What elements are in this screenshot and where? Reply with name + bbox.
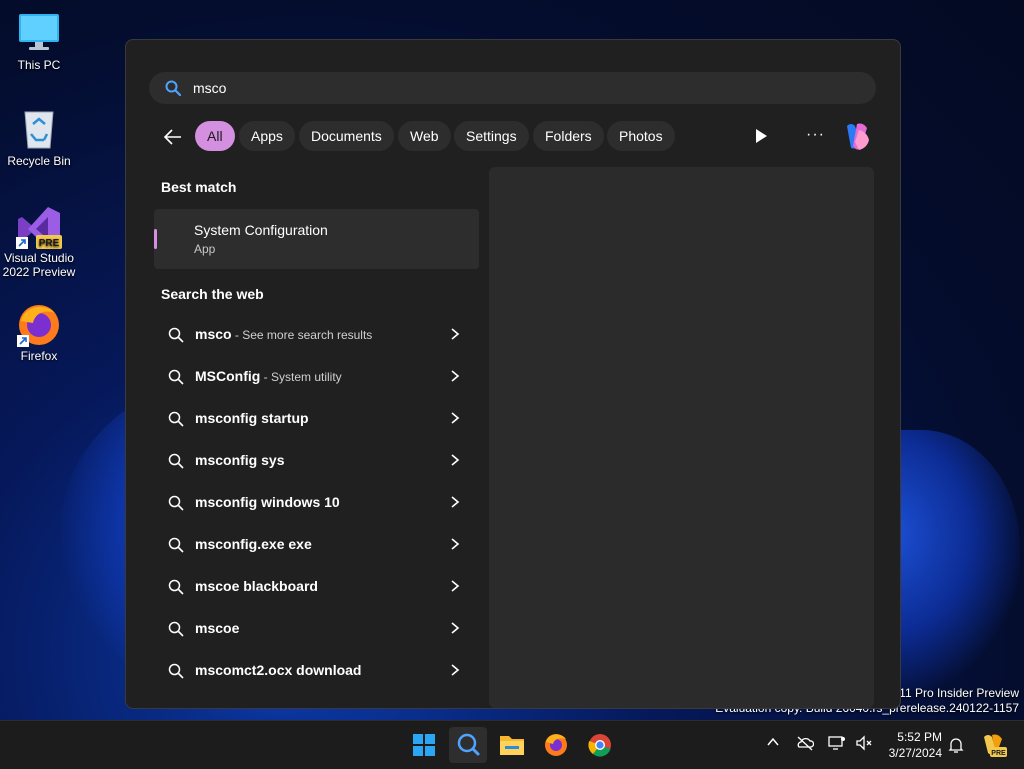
chevron-right-icon — [450, 579, 460, 598]
filter-chip-documents[interactable]: Documents — [299, 121, 394, 151]
search-icon — [168, 537, 184, 558]
web-result-row[interactable]: mscoe blackboard — [154, 566, 479, 608]
search-icon — [168, 453, 184, 474]
web-result-text: msco - See more search results — [195, 326, 373, 342]
chevron-right-icon — [450, 453, 460, 472]
taskbar: 5:52 PM 3/27/2024 PRE — [0, 720, 1024, 769]
search-input[interactable] — [193, 72, 843, 104]
desktop-icon-label: This PC — [17, 58, 61, 72]
web-result-text: mscomct2.ocx download — [195, 662, 362, 678]
web-result-row[interactable]: msco - See more search results — [154, 314, 479, 356]
search-panel: All Apps Documents Web Settings Folders … — [125, 39, 901, 709]
pre-badge: PRE — [39, 238, 60, 249]
watermark-line: s 11 Pro Insider Preview — [889, 686, 1019, 700]
volume-icon[interactable] — [855, 735, 873, 756]
recycle-bin-icon — [17, 106, 61, 150]
monitor-icon — [17, 10, 61, 54]
filter-bar: All Apps Documents Web Settings Folders … — [154, 120, 874, 154]
desktop-icon-this-pc[interactable]: This PC — [0, 10, 78, 72]
back-arrow-icon[interactable] — [162, 126, 184, 148]
desktop-icon-recycle-bin[interactable]: Recycle Bin — [0, 106, 78, 168]
copilot-icon[interactable] — [839, 120, 873, 159]
filter-chip-web[interactable]: Web — [398, 121, 451, 151]
web-result-row[interactable]: mscomct2.ocx download — [154, 650, 479, 692]
filter-chip-apps[interactable]: Apps — [239, 121, 295, 151]
network-icon[interactable] — [828, 735, 846, 756]
chevron-right-icon — [450, 411, 460, 430]
firefox-icon — [17, 301, 61, 347]
search-icon — [168, 327, 184, 348]
clock-date: 3/27/2024 — [888, 746, 942, 760]
chevron-up-icon[interactable] — [766, 735, 780, 754]
web-result-row[interactable]: mscoe — [154, 608, 479, 650]
web-result-row[interactable]: msconfig sys — [154, 440, 479, 482]
clock[interactable]: 5:52 PM 3/27/2024 — [880, 729, 942, 761]
web-result-text: MSConfig - System utility — [195, 368, 342, 384]
desktop-icon-visual-studio[interactable]: PRE Visual Studio 2022 Preview — [0, 203, 78, 279]
chevron-right-icon — [450, 327, 460, 346]
search-icon — [168, 495, 184, 516]
taskbar-firefox[interactable] — [537, 727, 575, 763]
pre-badge: PRE — [991, 750, 1006, 757]
search-icon — [457, 733, 480, 756]
filter-chip-all[interactable]: All — [195, 121, 235, 151]
taskbar-chrome[interactable] — [581, 727, 619, 763]
taskbar-search-button[interactable] — [449, 727, 487, 763]
web-result-text: mscoe — [195, 620, 240, 636]
filter-chip-photos[interactable]: Photos — [607, 121, 675, 151]
web-result-row[interactable]: msconfig windows 10 — [154, 482, 479, 524]
best-match-heading: Best match — [161, 179, 237, 195]
desktop-icon-firefox[interactable]: Firefox — [0, 301, 78, 363]
desktop-icon-label: Recycle Bin — [7, 154, 71, 168]
notification-bell-icon[interactable] — [948, 736, 964, 759]
desktop-icon-label: Firefox — [20, 349, 58, 363]
web-result-row[interactable]: msconfig.exe exe — [154, 524, 479, 566]
chevron-right-icon — [450, 621, 460, 640]
search-icon — [168, 579, 184, 600]
filter-chip-folders[interactable]: Folders — [533, 121, 604, 151]
more-options-button[interactable]: ··· — [806, 126, 825, 144]
start-icon — [413, 734, 435, 756]
selection-indicator — [154, 229, 157, 249]
chevron-right-icon — [450, 369, 460, 388]
chevron-right-icon — [450, 495, 460, 514]
best-match-result[interactable]: System Configuration App — [154, 209, 479, 269]
onedrive-icon[interactable] — [796, 735, 815, 756]
filter-chip-settings[interactable]: Settings — [454, 121, 529, 151]
web-result-text: msconfig.exe exe — [195, 536, 312, 552]
web-result-row[interactable]: MSConfig - System utility — [154, 356, 479, 398]
search-icon — [168, 663, 184, 684]
start-button[interactable] — [405, 727, 443, 763]
firefox-icon — [545, 734, 567, 756]
taskbar-file-explorer[interactable] — [493, 727, 531, 763]
search-box[interactable] — [149, 72, 876, 104]
desktop-icon-label: Visual Studio 2022 Preview — [2, 251, 76, 279]
web-result-text: msconfig windows 10 — [195, 494, 340, 510]
search-icon — [168, 411, 184, 432]
visual-studio-icon: PRE — [16, 203, 62, 249]
web-result-row[interactable]: msconfig startup — [154, 398, 479, 440]
chevron-right-icon — [450, 663, 460, 682]
result-name: System Configuration — [194, 222, 328, 238]
web-results-list: msco - See more search results MSConfig … — [154, 314, 479, 692]
search-web-heading: Search the web — [161, 286, 264, 302]
insider-pre-icon[interactable]: PRE — [980, 731, 1008, 764]
web-result-text: mscoe blackboard — [195, 578, 318, 594]
web-result-text: msconfig startup — [195, 410, 309, 426]
chevron-right-icon — [450, 537, 460, 556]
play-icon[interactable] — [754, 128, 768, 149]
chrome-icon — [588, 734, 611, 757]
file-explorer-icon — [500, 736, 524, 755]
preview-pane — [489, 167, 874, 708]
search-icon — [165, 80, 182, 101]
clock-time: 5:52 PM — [897, 730, 942, 744]
web-result-text: msconfig sys — [195, 452, 285, 468]
search-icon — [168, 369, 184, 390]
search-icon — [168, 621, 184, 642]
result-type: App — [194, 242, 216, 256]
